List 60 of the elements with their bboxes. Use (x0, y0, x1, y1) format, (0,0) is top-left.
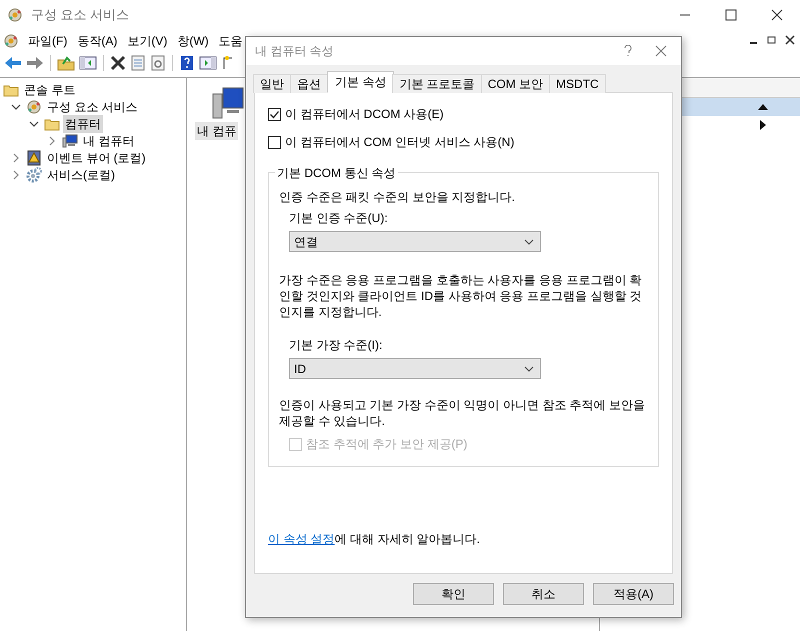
app-icon (3, 33, 19, 49)
dialog-button[interactable]: 확인 (413, 583, 494, 605)
action-pane-icon[interactable] (199, 55, 217, 71)
forward-arrow-icon[interactable] (26, 55, 44, 71)
dialog-button[interactable]: 적용(A) (593, 583, 674, 605)
menu-item[interactable]: 파일(F) (25, 32, 70, 50)
tree-item[interactable]: 내 컴퓨터 (81, 132, 136, 150)
tab[interactable]: 기본 프로토콜 (392, 74, 482, 93)
tree-item[interactable]: 컴퓨터 (63, 114, 103, 132)
event-log-icon (26, 150, 42, 166)
checkbox-label[interactable]: 이 컴퓨터에서 COM 인터넷 서비스 사용(N) (285, 133, 514, 151)
tree-item[interactable]: 구성 요소 서비스 (45, 98, 140, 116)
gears-icon (26, 166, 42, 182)
app-icon (7, 7, 23, 23)
menu-item[interactable]: 보기(V) (124, 32, 170, 50)
new-item-icon[interactable] (221, 55, 235, 71)
help-text: 이 속성 설정에 대해 자세히 알아봅니다. (268, 531, 480, 548)
tab[interactable]: 옵션 (290, 74, 328, 93)
chevron-down-icon (524, 238, 534, 244)
tree-item[interactable]: 서비스(로컬) (45, 166, 117, 184)
collapse-arrow-icon[interactable] (758, 103, 768, 111)
menu-item[interactable]: 동작(A) (74, 32, 120, 50)
checkbox-label[interactable]: 이 컴퓨터에서 DCOM 사용(E) (285, 105, 444, 123)
expand-arrow-icon[interactable] (760, 120, 766, 130)
description-text: 인증 수준은 패킷 수준의 보안을 지정합니다. (279, 189, 516, 205)
delete-icon[interactable] (110, 55, 126, 71)
menu-item[interactable]: 창(W) (174, 32, 212, 50)
checkbox[interactable] (268, 108, 281, 120)
chevron-down-icon (524, 366, 534, 372)
refresh-icon[interactable] (150, 55, 166, 71)
dropdown[interactable]: ID (289, 358, 541, 379)
description-text: 인증이 사용되고 기본 가장 수준이 익명이 아니면 참조 추적에 보안을 제공할 수 있습니다. (279, 397, 646, 429)
tree-item[interactable]: 이벤트 뷰어 (로컬) (45, 148, 148, 166)
item-label[interactable]: 내 컴퓨 (195, 122, 238, 140)
dialog-button[interactable]: 취소 (503, 583, 584, 605)
description-text: 가장 수준은 응용 프로그램을 호출하는 사용자를 응용 프로그램이 확인할 것인지와 클라이언트 ID를 사용하여 응용 프로그램을 실행할 것인지를 지정합니다. (279, 272, 643, 320)
back-arrow-icon[interactable] (4, 55, 22, 71)
window-title: 구성 요소 서비스 (31, 6, 130, 24)
help-icon[interactable] (179, 55, 195, 71)
component-icon (26, 98, 42, 114)
tree-item[interactable]: 콘솔 루트 (22, 80, 78, 98)
help-link[interactable]: 이 속성 설정 (268, 532, 335, 546)
checkbox-label: 참조 추적에 추가 보안 제공(P) (306, 436, 468, 453)
field-label: 기본 인증 수준(U): (289, 210, 389, 227)
tab[interactable]: 기본 속성 (327, 71, 394, 93)
help-icon[interactable] (623, 45, 633, 57)
menu-item[interactable]: 도움 (216, 32, 246, 50)
tab[interactable]: COM 보안 (480, 74, 550, 93)
computer-icon (62, 132, 78, 148)
dropdown[interactable]: 연결 (289, 231, 541, 252)
tab[interactable]: 일반 (253, 74, 291, 93)
dialog-title: 내 컴퓨터 속성 (255, 43, 334, 60)
properties-icon[interactable] (130, 55, 146, 71)
checkbox[interactable] (268, 136, 281, 148)
field-label: 기본 가장 수준(I): (289, 337, 384, 354)
folder-up-icon[interactable] (57, 55, 75, 71)
pane-toggle-icon[interactable] (79, 55, 97, 71)
close-icon[interactable] (784, 34, 796, 46)
restore-icon[interactable] (766, 34, 778, 46)
tab[interactable]: MSDTC (549, 74, 606, 93)
